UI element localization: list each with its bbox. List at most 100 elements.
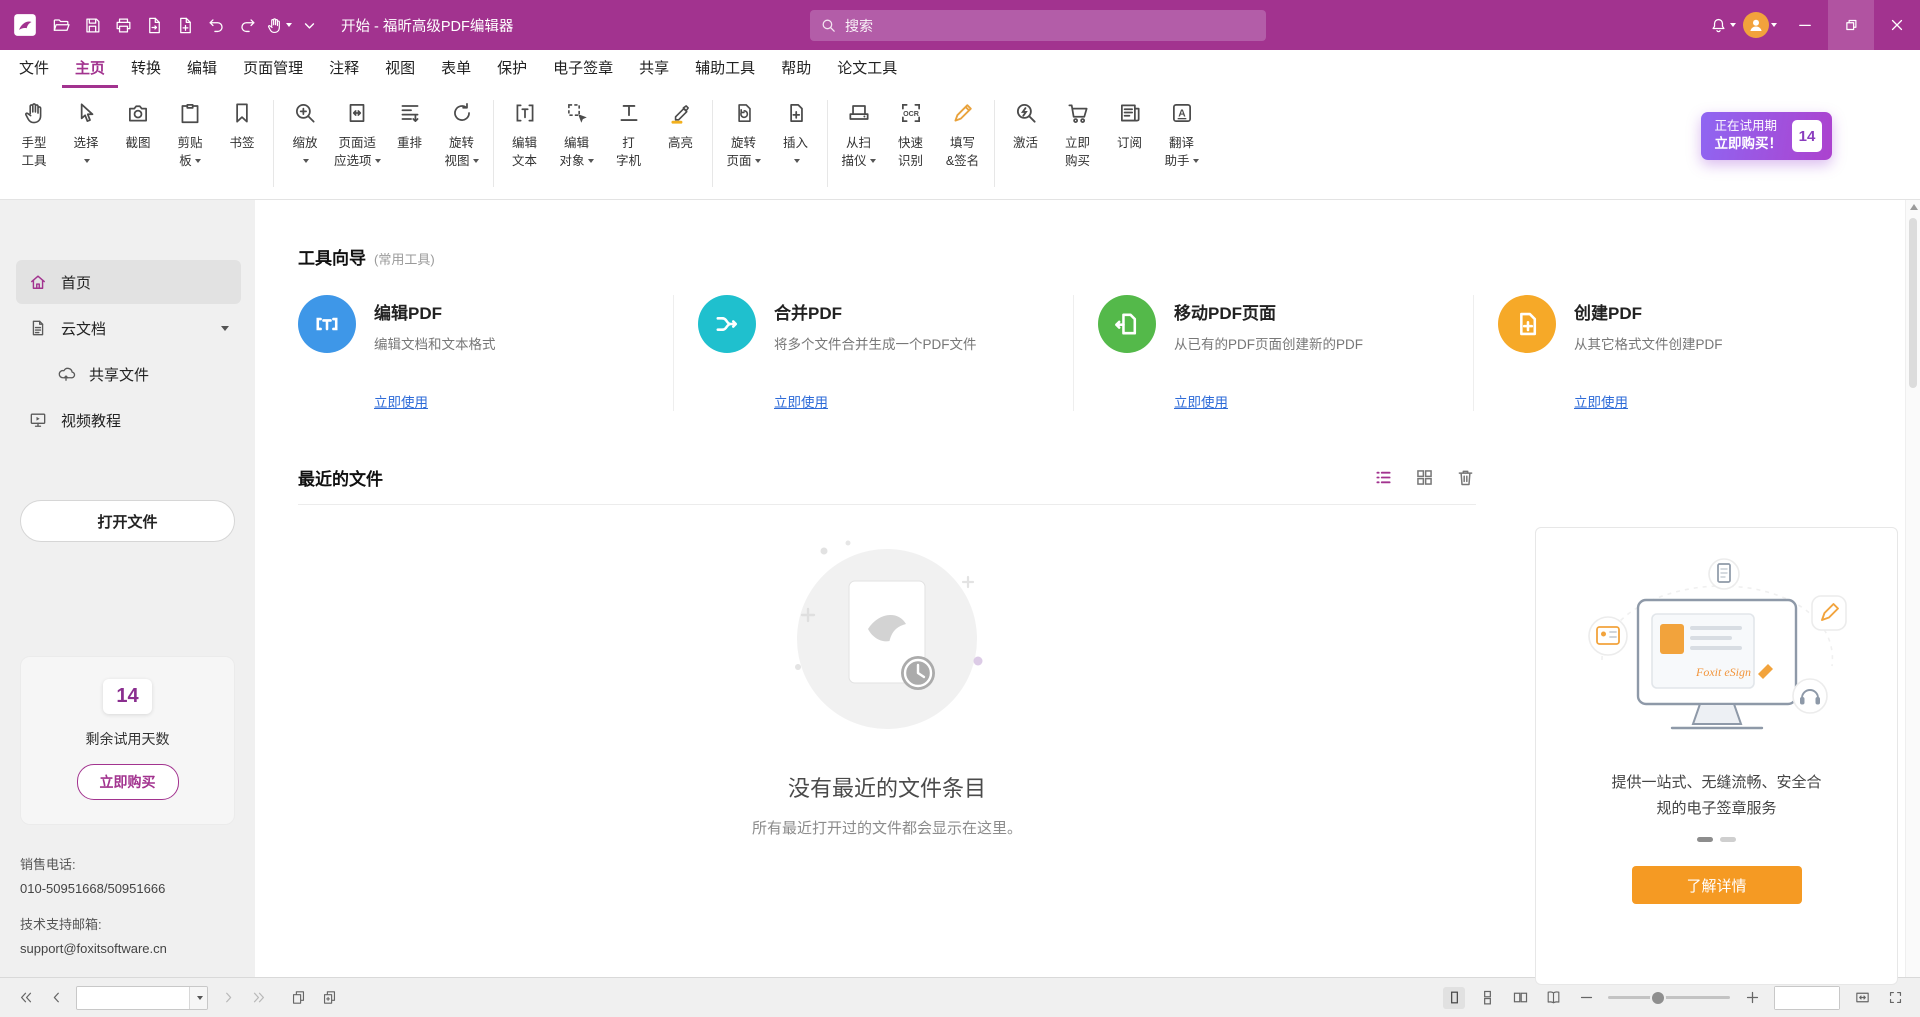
new-page-view-icon[interactable] xyxy=(318,987,340,1009)
account-avatar[interactable] xyxy=(1738,9,1782,41)
fit-width-icon[interactable] xyxy=(1851,987,1873,1009)
card-merge-pdf[interactable]: 合并PDF 将多个文件合并生成一个PDF文件 立即使用 xyxy=(673,295,1073,411)
page-number-dropdown[interactable] xyxy=(189,986,207,1010)
menu-protect[interactable]: 保护 xyxy=(484,50,540,88)
scroll-up-arrow[interactable] xyxy=(1910,204,1918,210)
first-page-icon[interactable] xyxy=(14,987,36,1009)
tool-fit-options[interactable]: 页面适应选项 xyxy=(331,96,384,172)
tool-fill-sign[interactable]: 填写&签名 xyxy=(937,96,989,172)
notifications-bell-icon[interactable] xyxy=(1707,9,1738,41)
vertical-scrollbar[interactable] xyxy=(1905,200,1920,977)
tool-edit-text[interactable]: 编辑文本 xyxy=(499,96,551,172)
zoom-slider-thumb[interactable] xyxy=(1652,992,1664,1004)
menu-accessibility[interactable]: 辅助工具 xyxy=(682,50,768,88)
search-box[interactable] xyxy=(810,10,1266,41)
tool-highlight[interactable]: 高亮 xyxy=(655,96,707,155)
menu-esign[interactable]: 电子签章 xyxy=(540,50,626,88)
scrollbar-thumb[interactable] xyxy=(1909,218,1917,388)
sidebar-item-video-tutorials[interactable]: 视频教程 xyxy=(16,398,241,442)
list-view-icon[interactable] xyxy=(1373,467,1394,488)
search-input[interactable] xyxy=(845,18,1256,34)
export-file-icon[interactable] xyxy=(139,9,170,41)
tool-rotate-pages[interactable]: 旋转页面 xyxy=(718,96,770,172)
restore-button[interactable] xyxy=(1828,0,1874,50)
sidebar-item-cloud-docs[interactable]: 云文档 xyxy=(16,306,241,350)
last-page-icon[interactable] xyxy=(248,987,270,1009)
zoom-percent-input[interactable] xyxy=(1775,987,1839,1009)
tool-subscribe[interactable]: 订阅 xyxy=(1104,96,1156,155)
facing-view-icon[interactable] xyxy=(1509,987,1531,1009)
print-icon[interactable] xyxy=(108,9,139,41)
menu-file[interactable]: 文件 xyxy=(6,50,62,88)
buy-now-button[interactable]: 立即购买 xyxy=(77,764,179,800)
use-now-link[interactable]: 立即使用 xyxy=(374,391,657,411)
redo-icon[interactable] xyxy=(232,9,263,41)
tool-select[interactable]: 选择 xyxy=(60,96,112,172)
cloud-docs-caret[interactable] xyxy=(221,326,229,331)
use-now-link[interactable]: 立即使用 xyxy=(774,391,1057,411)
tool-hand[interactable]: 手型工具 xyxy=(8,96,60,172)
continuous-view-icon[interactable] xyxy=(1476,987,1498,1009)
undo-icon[interactable] xyxy=(201,9,232,41)
tool-edit-object[interactable]: 编辑对象 xyxy=(551,96,603,172)
sidebar-item-shared-files[interactable]: 共享文件 xyxy=(16,352,241,396)
zoom-in-icon[interactable] xyxy=(1741,987,1763,1009)
tool-bookmark[interactable]: 书签 xyxy=(216,96,268,155)
next-page-icon[interactable] xyxy=(217,987,239,1009)
promo-carousel-dots[interactable] xyxy=(1697,837,1736,842)
single-page-view-icon[interactable] xyxy=(1443,987,1465,1009)
tool-from-scanner[interactable]: 从扫描仪 xyxy=(833,96,885,172)
menu-share[interactable]: 共享 xyxy=(626,50,682,88)
clear-recent-trash-icon[interactable] xyxy=(1455,467,1476,488)
sidebar-item-home[interactable]: 首页 xyxy=(16,260,241,304)
menu-home[interactable]: 主页 xyxy=(62,50,118,88)
trial-buy-badge[interactable]: 正在试用期 立即购买！ 14 xyxy=(1701,112,1833,160)
grid-view-icon[interactable] xyxy=(1414,467,1435,488)
menu-view[interactable]: 视图 xyxy=(372,50,428,88)
save-icon[interactable] xyxy=(77,9,108,41)
card-create-pdf[interactable]: 创建PDF 从其它格式文件创建PDF 立即使用 xyxy=(1473,295,1873,411)
zoom-percent-box[interactable] xyxy=(1774,986,1840,1010)
book-view-icon[interactable] xyxy=(1542,987,1564,1009)
page-number-box[interactable] xyxy=(76,986,208,1010)
tool-reflow[interactable]: 重排 xyxy=(384,96,436,155)
tool-rotate-view[interactable]: 旋转视图 xyxy=(436,96,488,172)
support-email-address[interactable]: support@foxitsoftware.cn xyxy=(20,939,235,959)
menu-help[interactable]: 帮助 xyxy=(768,50,824,88)
menu-form[interactable]: 表单 xyxy=(428,50,484,88)
card-move-pdf-pages[interactable]: 移动PDF页面 从已有的PDF页面创建新的PDF 立即使用 xyxy=(1073,295,1473,411)
fullscreen-icon[interactable] xyxy=(1884,987,1906,1009)
zoom-out-icon[interactable] xyxy=(1575,987,1597,1009)
menu-page-organize[interactable]: 页面管理 xyxy=(230,50,316,88)
page-number-input[interactable] xyxy=(77,987,189,1009)
carousel-dot[interactable] xyxy=(1720,837,1736,842)
learn-more-button[interactable]: 了解详情 xyxy=(1632,866,1802,904)
tool-quick-ocr[interactable]: OCR 快速识别 xyxy=(885,96,937,172)
zoom-slider[interactable] xyxy=(1608,989,1730,1007)
copy-page-view-icon[interactable] xyxy=(287,987,309,1009)
minimize-button[interactable] xyxy=(1782,0,1828,50)
menu-convert[interactable]: 转换 xyxy=(118,50,174,88)
tool-translate-assistant[interactable]: A 翻译助手 xyxy=(1156,96,1208,172)
tool-zoom[interactable]: 缩放 xyxy=(279,96,331,172)
tool-insert[interactable]: 插入 xyxy=(770,96,822,172)
tool-clipboard[interactable]: 剪贴板 xyxy=(164,96,216,172)
prev-page-icon[interactable] xyxy=(45,987,67,1009)
tool-activate[interactable]: 激活 xyxy=(1000,96,1052,155)
menu-edit[interactable]: 编辑 xyxy=(174,50,230,88)
tool-snapshot[interactable]: 截图 xyxy=(112,96,164,155)
new-file-icon[interactable] xyxy=(170,9,201,41)
menu-paper-tools[interactable]: 论文工具 xyxy=(824,50,910,88)
tool-buy-now[interactable]: 立即购买 xyxy=(1052,96,1104,172)
hand-tool-quick-icon[interactable] xyxy=(263,9,294,41)
tool-typewriter[interactable]: 打字机 xyxy=(603,96,655,172)
carousel-dot-active[interactable] xyxy=(1697,837,1713,842)
card-edit-pdf[interactable]: 编辑PDF 编辑文档和文本格式 立即使用 xyxy=(298,295,673,411)
menu-comment[interactable]: 注释 xyxy=(316,50,372,88)
open-folder-icon[interactable] xyxy=(46,9,77,41)
zoom-slider-track[interactable] xyxy=(1608,996,1730,999)
use-now-link[interactable]: 立即使用 xyxy=(1574,391,1857,411)
collapse-ribbon-icon[interactable] xyxy=(294,9,325,41)
open-file-button[interactable]: 打开文件 xyxy=(20,500,235,542)
close-button[interactable] xyxy=(1874,0,1920,50)
